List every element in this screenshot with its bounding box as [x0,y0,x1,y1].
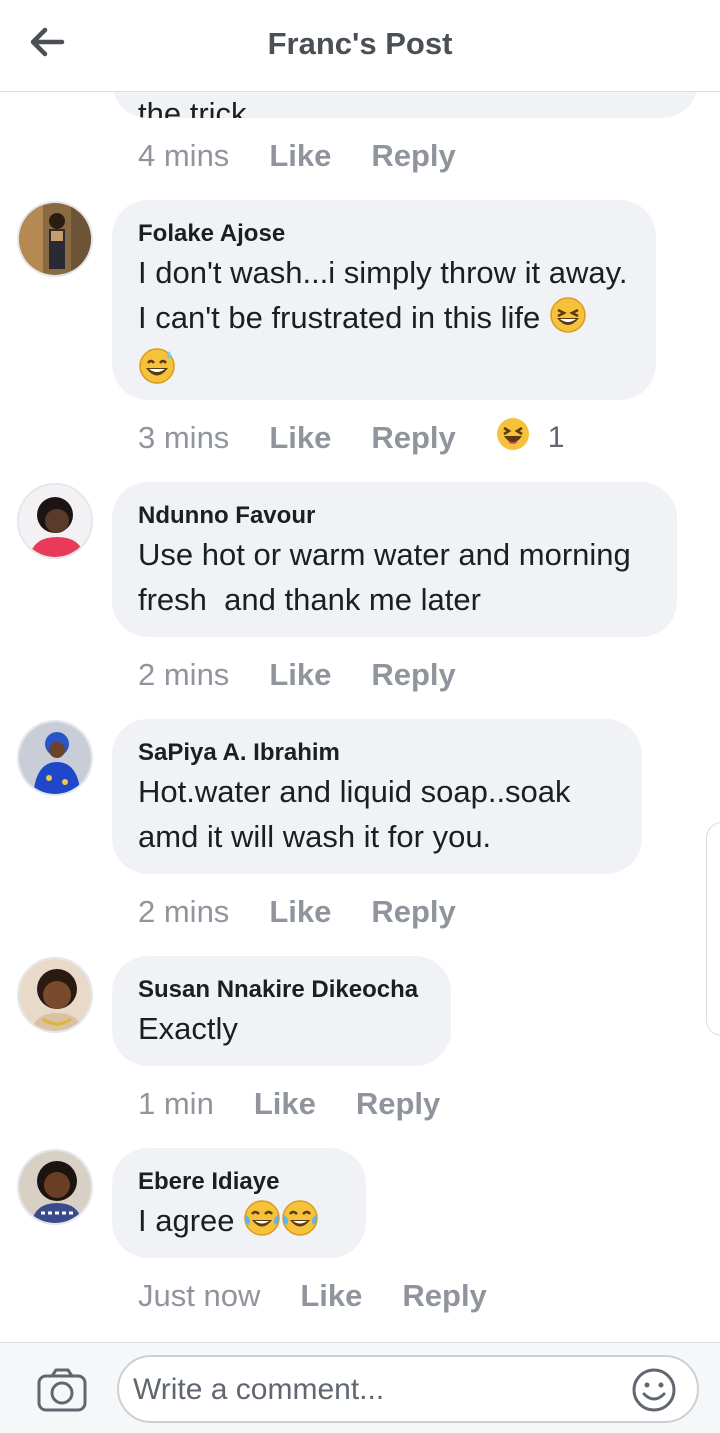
top-bar: Franc's Post [0,0,720,92]
comment-text: Use hot or warm water and morning fresh … [138,537,640,617]
grinning-squinting-face-icon [549,296,587,346]
comment-meta: 4 mins Like Reply [138,136,496,176]
comment-author[interactable]: Ndunno Favour [138,502,315,530]
reply-button[interactable]: Reply [356,1086,440,1122]
like-button[interactable]: Like [269,657,331,693]
comment-input-box[interactable] [117,1355,699,1423]
page-title: Franc's Post [267,26,453,61]
reply-button[interactable]: Reply [371,657,455,693]
smiley-icon [632,1368,676,1412]
avatar-photo [19,959,91,1031]
camera-icon [37,1368,87,1412]
comment-text: I don't wash...i simply throw it away. I… [138,250,630,397]
comment-text: the trick [138,96,247,118]
tears-of-joy-face-icon [243,1199,281,1249]
like-button[interactable]: Like [254,1086,316,1122]
haha-reaction-icon [496,417,530,459]
reply-button[interactable]: Reply [371,420,455,456]
like-button[interactable]: Like [269,138,331,174]
comment-author[interactable]: SaPiya A. Ibrahim [138,739,340,767]
comment-meta: 2 mins Like Reply [138,892,496,932]
comment-time: 3 mins [138,420,230,455]
reply-button[interactable]: Reply [402,1278,486,1314]
comment-author[interactable]: Folake Ajose [138,220,285,248]
comment-author[interactable]: Susan Nnakire Dikeocha [138,976,418,1004]
comment-time: 2 mins [138,657,230,692]
comment-bubble: Ndunno Favour Use hot or warm water and … [112,482,677,637]
comment-meta: Just now Like Reply [138,1276,527,1316]
avatar[interactable] [17,483,93,559]
avatar-photo [19,485,91,557]
grinning-sweat-face-icon [138,347,176,397]
comment-bubble: Folake Ajose I don't wash...i simply thr… [112,200,656,400]
emoji-button[interactable] [631,1367,677,1413]
avatar[interactable] [17,1149,93,1225]
avatar[interactable] [17,957,93,1033]
comment-time: 1 min [138,1086,214,1121]
like-button[interactable]: Like [269,894,331,930]
avatar[interactable] [17,201,93,277]
camera-button[interactable] [36,1367,88,1413]
comment-author[interactable]: Ebere Idiaye [138,1168,279,1196]
reaction-summary[interactable]: 1 [496,417,565,459]
comment-time: 4 mins [138,138,230,173]
comment-input[interactable] [131,1367,625,1413]
avatar-photo [19,1151,91,1223]
comment-meta: 2 mins Like Reply [138,655,496,695]
comment-text: I agree [138,1198,340,1249]
comment-bubble: SaPiya A. Ibrahim Hot.water and liquid s… [112,719,642,874]
comment-time: 2 mins [138,894,230,929]
comment-feed[interactable]: the trick 4 mins Like Reply Folake Ajose… [0,0,720,1342]
comment-text-body: I agree [138,1203,235,1238]
comment-text: Hot.water and liquid soap..soak amd it w… [138,774,580,854]
like-button[interactable]: Like [269,420,331,456]
comment-time: Just now [138,1278,261,1313]
reply-button[interactable]: Reply [371,894,455,930]
avatar[interactable] [17,720,93,796]
scroll-handle[interactable] [706,822,720,1036]
comment-bubble: Susan Nnakire Dikeocha Exactly [112,956,451,1066]
reply-button[interactable]: Reply [371,138,455,174]
comment-composer [0,1342,720,1433]
comment-meta: 1 min Like Reply [138,1084,480,1124]
avatar-photo [19,203,91,275]
comment-meta: 3 mins Like Reply 1 [138,418,564,458]
like-button[interactable]: Like [300,1278,362,1314]
comment-text: Exactly [138,1011,238,1046]
comment-bubble: Ebere Idiaye I agree [112,1148,366,1258]
tears-of-joy-face-icon [281,1199,319,1249]
reaction-count: 1 [547,421,565,454]
avatar-photo [19,722,91,794]
